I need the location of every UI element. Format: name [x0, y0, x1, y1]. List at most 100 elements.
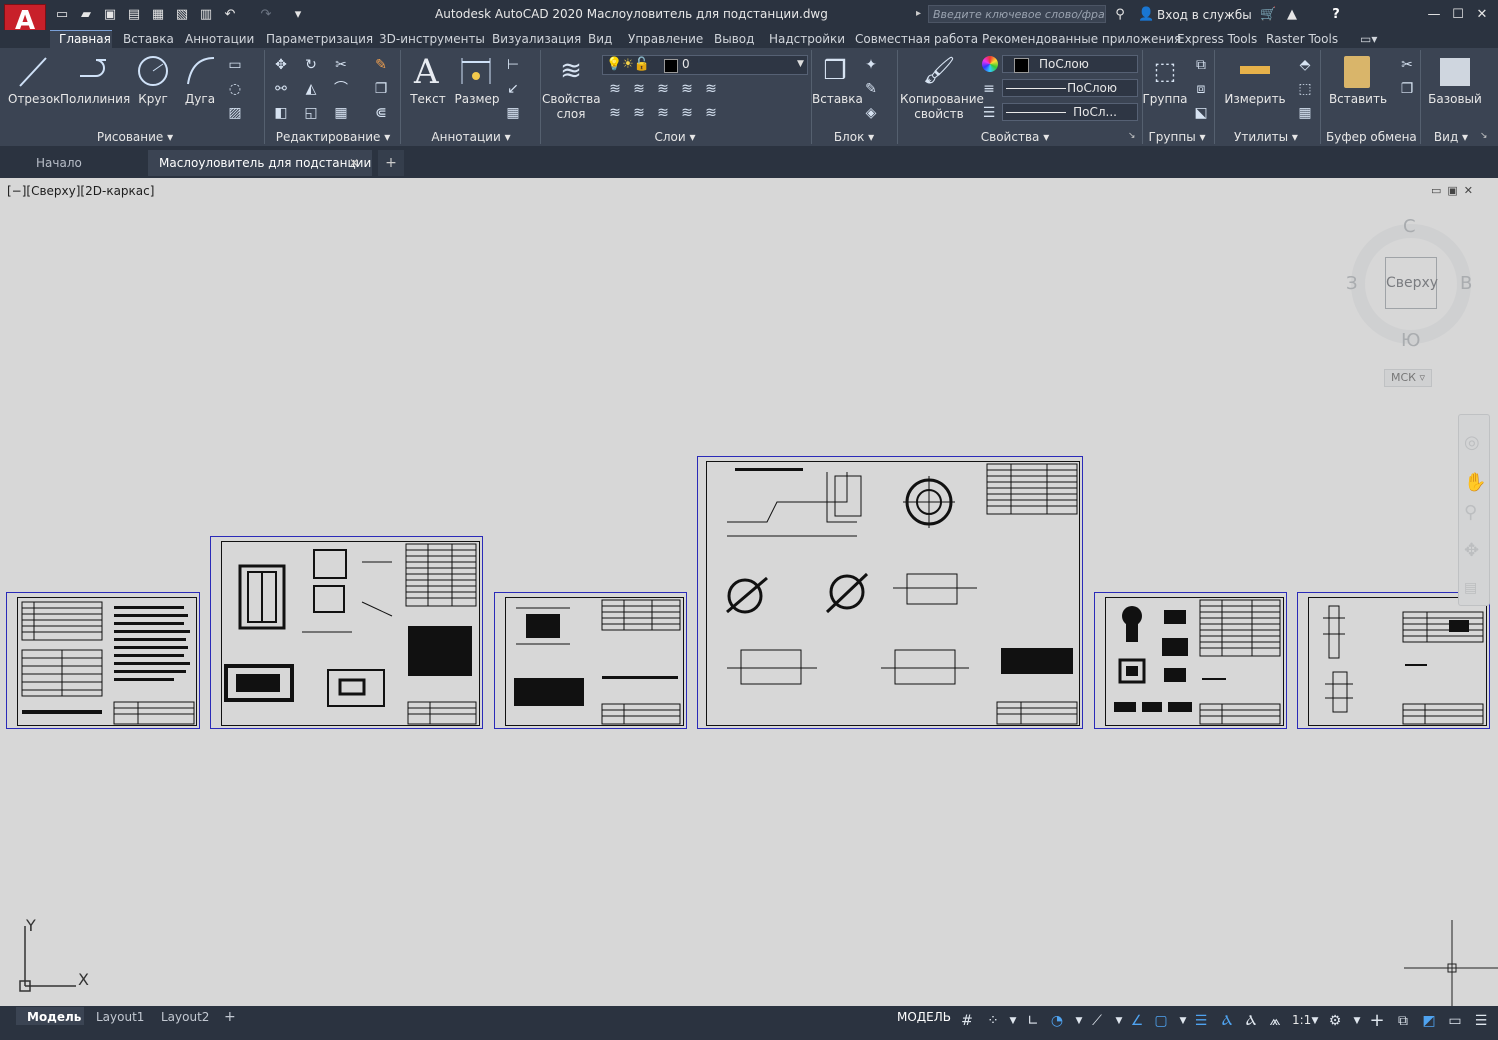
- mirror-icon[interactable]: ◭: [302, 80, 320, 98]
- create-block-icon[interactable]: ✦: [862, 56, 880, 74]
- panel-view-label[interactable]: Вид ▾: [1426, 130, 1476, 144]
- viewcube-top-face[interactable]: Сверху: [1385, 257, 1438, 309]
- ucs-menu-dropdown[interactable]: МСК ▿: [1384, 369, 1432, 387]
- layer-tool-icon[interactable]: ≋: [702, 80, 720, 98]
- calculator-icon[interactable]: ▦: [1296, 104, 1314, 122]
- group-select-icon[interactable]: ⬕: [1192, 104, 1210, 122]
- drawing-sheet-6[interactable]: [1297, 592, 1490, 729]
- customization-menu-icon[interactable]: ☰: [1472, 1012, 1490, 1030]
- rectangle-icon[interactable]: ▭: [226, 56, 244, 74]
- rotate-icon[interactable]: ↻: [302, 56, 320, 74]
- pan-hand-icon[interactable]: ✋: [1464, 472, 1486, 493]
- lineweight-display-icon[interactable]: ☰: [1192, 1012, 1210, 1030]
- units-icon[interactable]: ⧉: [1394, 1012, 1412, 1030]
- tab-addins[interactable]: Надстройки: [769, 31, 845, 48]
- snap-mode-icon[interactable]: ⁘: [984, 1012, 1002, 1030]
- explode-icon[interactable]: ❐: [372, 80, 390, 98]
- layer-tool-icon[interactable]: ≋: [654, 80, 672, 98]
- isometric-drafting-icon[interactable]: ⟋: [1088, 1012, 1106, 1030]
- annotation-monitor-icon[interactable]: +: [1368, 1012, 1386, 1030]
- chevron-down-icon[interactable]: ▼: [797, 59, 804, 69]
- panel-clipboard-label[interactable]: Буфер обмена: [1326, 130, 1417, 144]
- line-button[interactable]: Отрезок: [8, 92, 60, 107]
- properties-dialog-launcher-icon[interactable]: ↘: [1128, 131, 1136, 141]
- layer-properties-button[interactable]: Свойства слоя: [542, 92, 601, 122]
- panel-utilities-label[interactable]: Утилиты ▾: [1226, 130, 1306, 144]
- base-view-icon[interactable]: [1440, 58, 1470, 86]
- add-layout-button[interactable]: +: [224, 1008, 236, 1026]
- layer-tool-icon[interactable]: ≋: [678, 80, 696, 98]
- view-dialog-launcher-icon[interactable]: ↘: [1480, 131, 1488, 141]
- trim-icon[interactable]: ✂: [332, 56, 350, 74]
- tab-home[interactable]: Главная: [59, 31, 111, 48]
- chevron-down-icon[interactable]: ▼: [1004, 1012, 1022, 1030]
- save-web-icon[interactable]: ▧: [174, 7, 190, 23]
- chevron-down-icon[interactable]: ▼: [1070, 1012, 1088, 1030]
- tab-3d-tools[interactable]: 3D-инструменты: [379, 31, 485, 48]
- measure-button[interactable]: Измерить: [1222, 92, 1288, 107]
- arc-button[interactable]: Дуга: [182, 92, 218, 107]
- panel-properties-label[interactable]: Свойства ▾: [960, 130, 1070, 144]
- panel-annotation-label[interactable]: Аннотации ▾: [406, 130, 536, 144]
- store-cart-icon[interactable]: 🛒: [1260, 7, 1276, 23]
- circle-button[interactable]: Круг: [134, 92, 172, 107]
- layer-tool-icon[interactable]: ≋: [630, 104, 648, 122]
- dimension-icon[interactable]: [458, 56, 494, 88]
- annotation-visibility-icon[interactable]: Ⲁ: [1218, 1012, 1236, 1030]
- paste-icon[interactable]: [1344, 56, 1370, 88]
- start-tab[interactable]: Начало: [36, 150, 82, 176]
- polar-tracking-icon[interactable]: ◔: [1048, 1012, 1066, 1030]
- cut-icon[interactable]: ✂: [1398, 56, 1416, 74]
- circle-icon[interactable]: [136, 54, 170, 88]
- block-attribute-icon[interactable]: ◈: [862, 104, 880, 122]
- edit-block-icon[interactable]: ✎: [862, 80, 880, 98]
- sign-in-button[interactable]: Вход в службы: [1157, 8, 1252, 22]
- chevron-down-icon[interactable]: ▼: [1306, 1012, 1324, 1030]
- text-button[interactable]: Текст: [406, 92, 450, 107]
- plot-icon[interactable]: ▥: [198, 7, 214, 23]
- auto-scale-icon[interactable]: Ⲁ: [1242, 1012, 1260, 1030]
- chevron-down-icon[interactable]: ▼: [1110, 1012, 1128, 1030]
- layer-tool-icon[interactable]: ≋: [630, 80, 648, 98]
- paste-button[interactable]: Вставить: [1326, 92, 1390, 107]
- polyline-button[interactable]: Полилиния: [60, 92, 130, 107]
- stretch-icon[interactable]: ◧: [272, 104, 290, 122]
- new-file-icon[interactable]: ▭: [54, 7, 70, 23]
- dimension-button[interactable]: Размер: [454, 92, 500, 107]
- drawing-sheet-1[interactable]: [6, 592, 200, 729]
- quick-properties-icon[interactable]: ◩: [1420, 1012, 1438, 1030]
- customize-quick-access-icon[interactable]: ▾: [290, 7, 306, 23]
- tab-manage[interactable]: Управление: [628, 31, 703, 48]
- close-tab-icon[interactable]: ✕: [349, 150, 359, 176]
- group-icon[interactable]: ⬚: [1150, 54, 1180, 88]
- viewport-controls[interactable]: [−][Сверху][2D-каркас]: [7, 184, 154, 198]
- save-icon[interactable]: ▣: [102, 7, 118, 23]
- search-binoculars-icon[interactable]: ⚲: [1112, 7, 1128, 23]
- gradient-icon[interactable]: ▨: [226, 104, 244, 122]
- tab-parametric[interactable]: Параметризация: [266, 31, 373, 48]
- close-window-icon[interactable]: ✕: [1474, 7, 1490, 23]
- tab-express-tools[interactable]: Express Tools: [1177, 31, 1257, 48]
- drawing-sheet-2[interactable]: [210, 536, 483, 729]
- redo-icon[interactable]: ↷: [258, 7, 274, 23]
- quick-select-icon[interactable]: ⬘: [1296, 56, 1314, 74]
- object-snap-tracking-icon[interactable]: ∠: [1128, 1012, 1146, 1030]
- open-file-icon[interactable]: ▰: [78, 7, 94, 23]
- layer-tool-icon[interactable]: ≋: [606, 80, 624, 98]
- panel-layers-label[interactable]: Слои ▾: [610, 130, 740, 144]
- model-space-toggle[interactable]: МОДЕЛЬ: [897, 1010, 951, 1024]
- copy-icon[interactable]: ⚯: [272, 80, 290, 98]
- scale-icon[interactable]: ◱: [302, 104, 320, 122]
- ungroup-icon[interactable]: ⧉: [1192, 56, 1210, 74]
- tab-output[interactable]: Вывод: [714, 31, 754, 48]
- tab-visualize[interactable]: Визуализация: [492, 31, 581, 48]
- group-edit-icon[interactable]: ⧈: [1192, 80, 1210, 98]
- viewport-window-controls[interactable]: ▭▣✕: [1431, 184, 1479, 197]
- arc-icon[interactable]: [184, 54, 218, 88]
- orbit-icon[interactable]: ✥: [1464, 540, 1479, 561]
- insert-block-button[interactable]: Вставка: [812, 92, 863, 107]
- compass-east-label[interactable]: В: [1460, 273, 1472, 294]
- undo-icon[interactable]: ↶: [222, 7, 238, 23]
- copy-clip-icon[interactable]: ❐: [1398, 80, 1416, 98]
- table-icon[interactable]: ▦: [504, 104, 522, 122]
